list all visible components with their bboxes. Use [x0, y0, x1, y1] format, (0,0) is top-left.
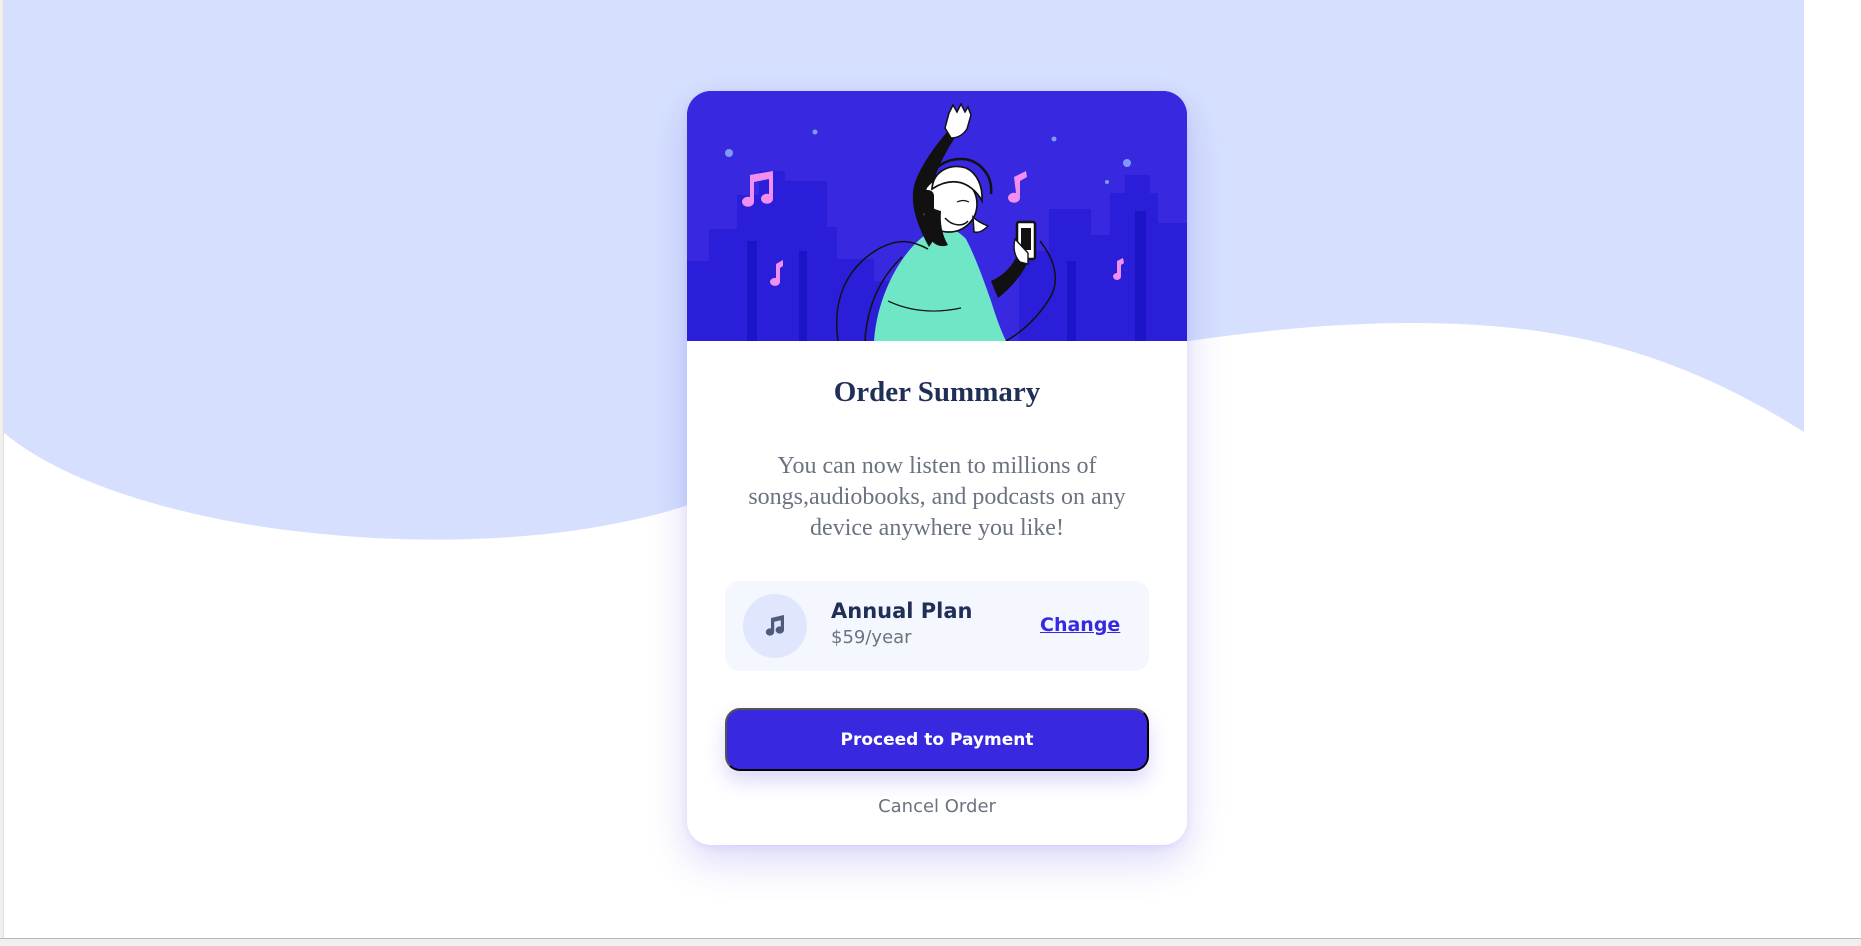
page-title: Order Summary: [833, 376, 1041, 408]
order-summary-card: Order Summary You can now listen to mill…: [687, 91, 1187, 845]
page-viewport: Order Summary You can now listen to mill…: [3, 0, 1804, 938]
window-left-edge: [0, 0, 4, 938]
hero-illustration: [687, 91, 1187, 341]
plan-summary: Annual Plan $59/year Change: [725, 581, 1149, 671]
order-description: You can now listen to millions of songs,…: [748, 453, 1126, 541]
music-note-icon: [743, 594, 807, 658]
change-plan-link[interactable]: Change: [1040, 616, 1120, 635]
plan-price: $59/year: [831, 627, 912, 648]
proceed-to-payment-button[interactable]: Proceed to Payment: [725, 708, 1149, 771]
plan-name: Annual Plan: [831, 599, 973, 623]
cancel-order-link[interactable]: Cancel Order: [687, 798, 1187, 816]
person-dancing-with-headphones-illustration: [687, 91, 1187, 341]
